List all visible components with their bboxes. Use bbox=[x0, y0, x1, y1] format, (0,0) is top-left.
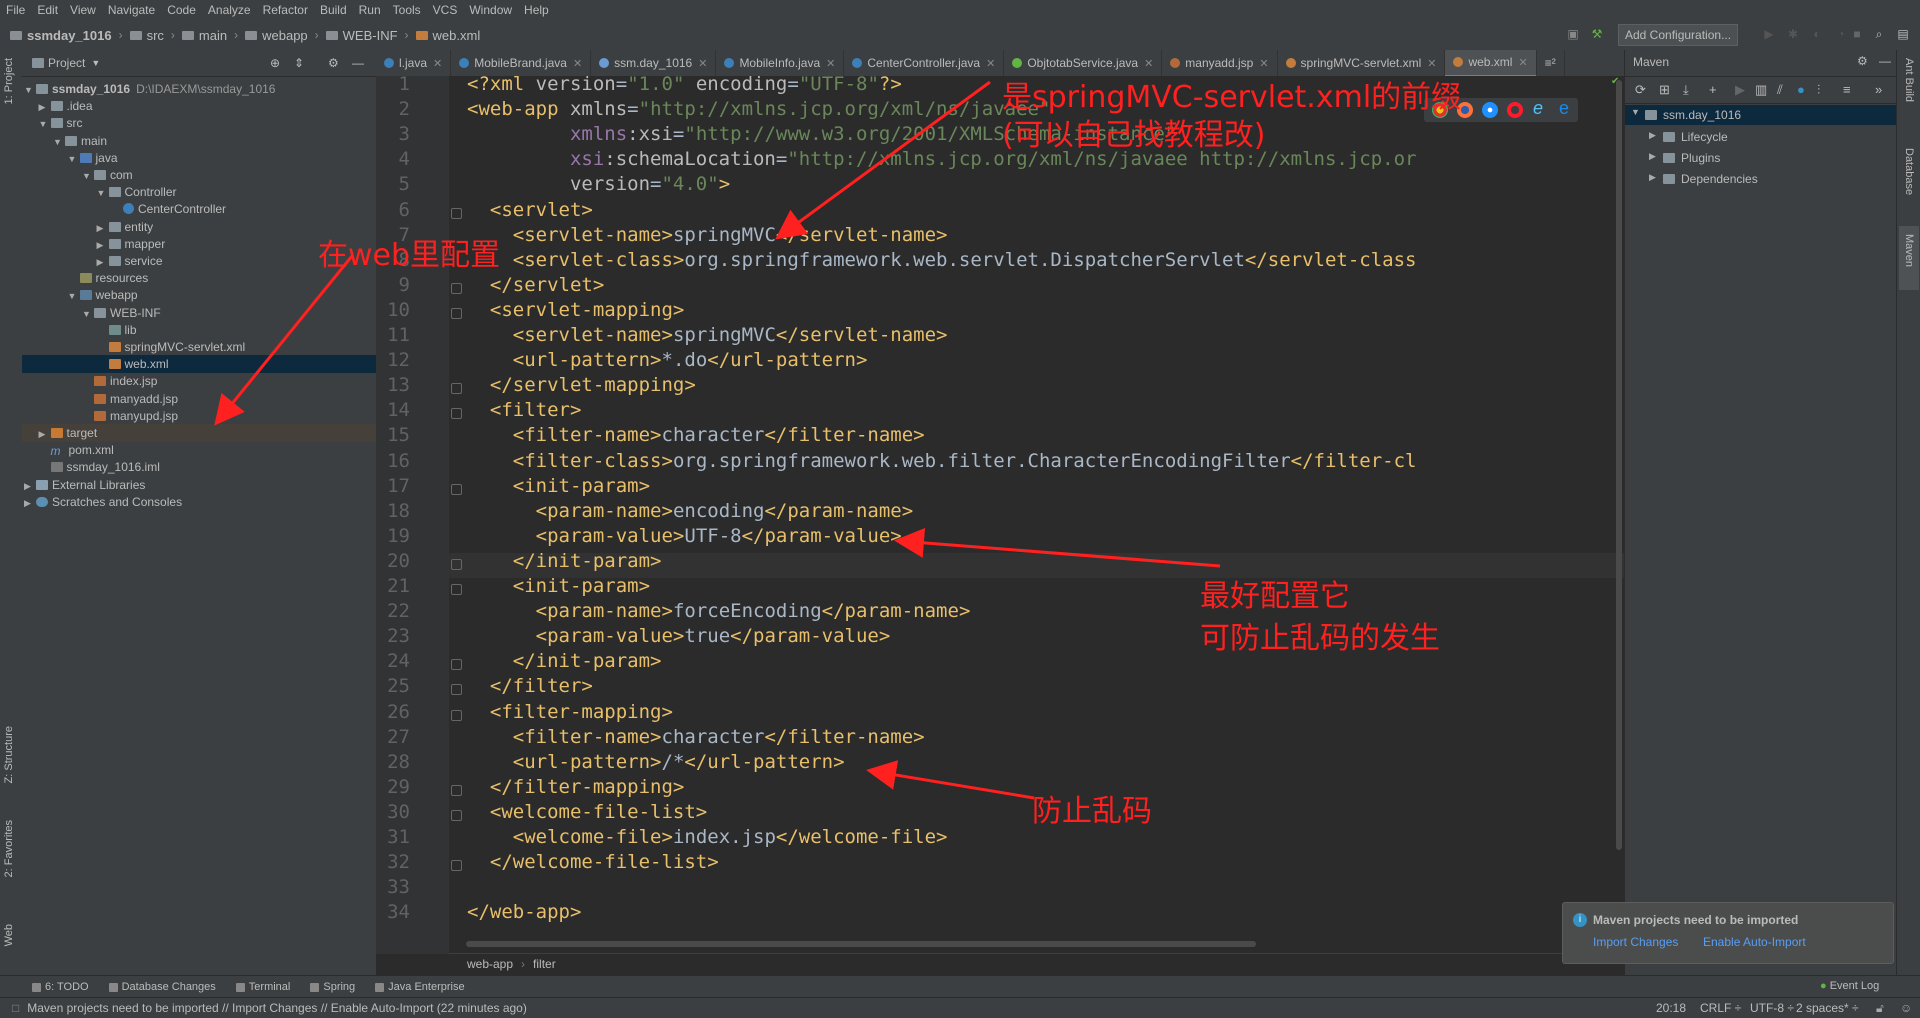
arrow-to-url-pattern bbox=[866, 760, 1035, 800]
annotation-encoding-note-2: 可防止乱码的发生 bbox=[1200, 621, 1440, 656]
annotation-encoding-note: 最好配置它 bbox=[1200, 579, 1350, 614]
annotation-prefix-note-2: (可以自己找教程改) bbox=[1002, 118, 1266, 153]
arrow-to-servlet-name bbox=[775, 80, 991, 240]
arrow-to-param-value bbox=[894, 527, 1221, 568]
annotation-arrows bbox=[214, 80, 1221, 800]
annotation-web-note: 在web里配置 bbox=[318, 238, 501, 273]
arrow-to-web-xml bbox=[214, 255, 354, 426]
annotation-garble-note: 防止乱码 bbox=[1032, 794, 1152, 829]
